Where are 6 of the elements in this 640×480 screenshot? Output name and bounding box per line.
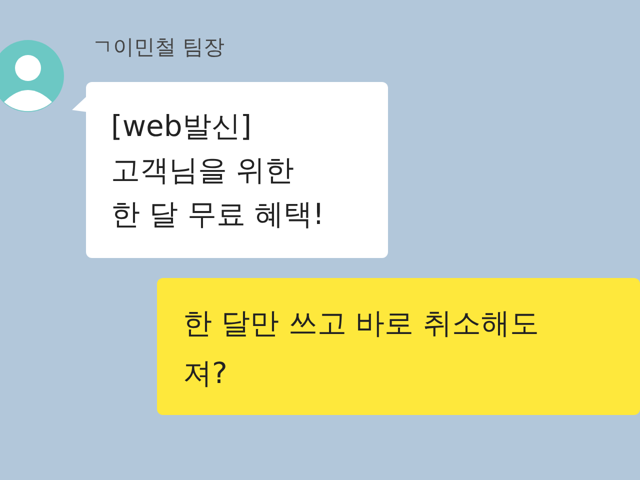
sender-name: ㄱ이민철 팀장	[92, 34, 226, 60]
message-text: 고객님을 위한	[111, 152, 294, 189]
message-text: 한 달만 쓰고 바로 취소해도	[183, 305, 539, 342]
message-text: 한 달 무료 혜택!	[111, 196, 324, 233]
message-text: [web발신]	[111, 108, 252, 145]
message-text: 져?	[183, 355, 228, 392]
